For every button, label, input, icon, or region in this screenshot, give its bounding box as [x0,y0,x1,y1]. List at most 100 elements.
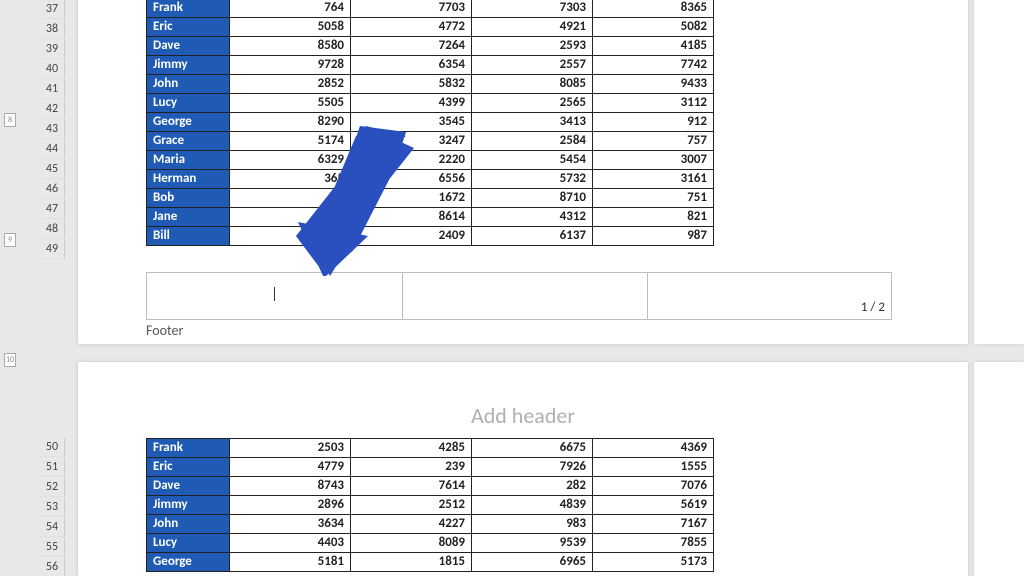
name-cell[interactable]: Eric [147,18,230,37]
table-row[interactable]: Jimmy2896251248395619 [147,496,714,515]
row-number[interactable]: 52 [40,478,65,497]
row-number[interactable]: 42 [40,100,65,119]
value-cell[interactable]: 6965 [472,553,593,572]
row-number[interactable]: 47 [40,200,65,219]
name-cell[interactable]: Bill [147,227,230,246]
value-cell[interactable]: 7926 [472,458,593,477]
value-cell[interactable]: 5732 [472,170,593,189]
row-number[interactable]: 50 [40,438,65,457]
value-cell[interactable]: 365 [230,170,351,189]
table-row[interactable]: Jane 86144312821 [147,208,714,227]
table-row[interactable]: Lucy5505439925653112 [147,94,714,113]
name-cell[interactable]: Frank [147,439,230,458]
name-cell[interactable]: Frank [147,0,230,18]
value-cell[interactable]: 5181 [230,553,351,572]
value-cell[interactable]: 3247 [351,132,472,151]
row-number[interactable]: 56 [40,558,65,576]
table-row[interactable]: John363442279837167 [147,515,714,534]
footer-left-segment[interactable] [146,272,402,320]
value-cell[interactable]: 3545 [351,113,472,132]
value-cell[interactable]: 751 [593,189,714,208]
value-cell[interactable]: 6137 [472,227,593,246]
value-cell[interactable]: 3634 [230,515,351,534]
row-number[interactable]: 51 [40,458,65,477]
value-cell[interactable]: 2565 [472,94,593,113]
value-cell[interactable]: 5505 [230,94,351,113]
footer-right-segment[interactable]: 1 / 2 [647,272,892,320]
name-cell[interactable]: George [147,553,230,572]
value-cell[interactable] [230,208,351,227]
value-cell[interactable]: 4285 [351,439,472,458]
value-cell[interactable]: 8089 [351,534,472,553]
value-cell[interactable]: 5619 [593,496,714,515]
name-cell[interactable]: John [147,75,230,94]
value-cell[interactable]: 5058 [230,18,351,37]
value-cell[interactable]: 3007 [593,151,714,170]
name-cell[interactable]: Dave [147,477,230,496]
value-cell[interactable]: 821 [593,208,714,227]
name-cell[interactable]: Jimmy [147,56,230,75]
row-number[interactable]: 39 [40,40,65,59]
table-row[interactable]: Grace517432472584757 [147,132,714,151]
value-cell[interactable]: 1672 [351,189,472,208]
value-cell[interactable]: 2896 [230,496,351,515]
name-cell[interactable]: Maria [147,151,230,170]
value-cell[interactable]: 1815 [351,553,472,572]
value-cell[interactable]: 1555 [593,458,714,477]
row-number[interactable]: 37 [40,0,65,19]
value-cell[interactable]: 3112 [593,94,714,113]
value-cell[interactable]: 4403 [230,534,351,553]
value-cell[interactable]: 7855 [593,534,714,553]
footer-center-segment[interactable] [402,272,646,320]
value-cell[interactable]: 912 [593,113,714,132]
table-row[interactable]: George5181181569655173 [147,553,714,572]
value-cell[interactable]: 8290 [230,113,351,132]
name-cell[interactable]: Jane [147,208,230,227]
table-row[interactable]: Dave874376142827076 [147,477,714,496]
value-cell[interactable]: 7703 [351,0,472,18]
value-cell[interactable]: 757 [593,132,714,151]
value-cell[interactable]: 8580 [230,37,351,56]
value-cell[interactable]: 8614 [351,208,472,227]
value-cell[interactable]: 7742 [593,56,714,75]
row-number[interactable]: 38 [40,20,65,39]
table-row[interactable]: Bob116728710751 [147,189,714,208]
value-cell[interactable]: 2503 [230,439,351,458]
value-cell[interactable]: 8365 [593,0,714,18]
value-cell[interactable]: 1 [230,189,351,208]
table-row[interactable]: Jimmy9728635425577742 [147,56,714,75]
value-cell[interactable]: 3161 [593,170,714,189]
value-cell[interactable]: 6329 [230,151,351,170]
table-row[interactable]: Lucy4403808995397855 [147,534,714,553]
value-cell[interactable]: 2852 [230,75,351,94]
value-cell[interactable]: 3413 [472,113,593,132]
value-cell[interactable]: 9433 [593,75,714,94]
value-cell[interactable]: 4839 [472,496,593,515]
value-cell[interactable]: 2584 [472,132,593,151]
data-table-page-2[interactable]: Frank2503428566754369Eric477923979261555… [146,438,714,572]
row-number[interactable]: 40 [40,60,65,79]
value-cell[interactable]: 282 [472,477,593,496]
value-cell[interactable]: 4185 [593,37,714,56]
value-cell[interactable]: 041 [230,227,351,246]
value-cell[interactable]: 5454 [472,151,593,170]
value-cell[interactable]: 4227 [351,515,472,534]
row-number[interactable]: 53 [40,498,65,517]
table-row[interactable]: Bill04124096137987 [147,227,714,246]
value-cell[interactable]: 6556 [351,170,472,189]
value-cell[interactable]: 2512 [351,496,472,515]
value-cell[interactable]: 7303 [472,0,593,18]
value-cell[interactable]: 7076 [593,477,714,496]
name-cell[interactable]: George [147,113,230,132]
table-row[interactable]: Dave8580726425934185 [147,37,714,56]
value-cell[interactable]: 4921 [472,18,593,37]
table-row[interactable]: John2852583280859433 [147,75,714,94]
name-cell[interactable]: Dave [147,37,230,56]
value-cell[interactable]: 4312 [472,208,593,227]
name-cell[interactable]: Lucy [147,534,230,553]
table-row[interactable]: Frank764770373038365 [147,0,714,18]
value-cell[interactable]: 4369 [593,439,714,458]
value-cell[interactable]: 6354 [351,56,472,75]
row-number[interactable]: 43 [40,120,65,139]
value-cell[interactable]: 4779 [230,458,351,477]
